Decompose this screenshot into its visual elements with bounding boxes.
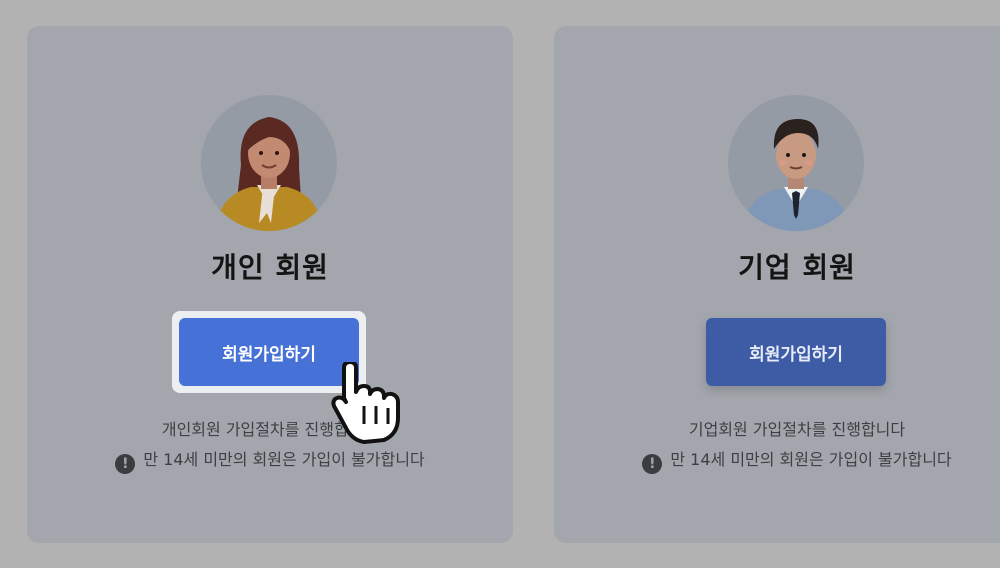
card-description: 개인회원 가입절차를 진행합니다 (161, 420, 379, 439)
age-notice: ! 만 14세 미만의 회원은 가입이 불가합니다 (554, 446, 1000, 474)
card-title: 개인 회원 (211, 251, 329, 284)
exclamation-circle-icon: ! (642, 454, 663, 474)
exclamation-circle-icon: ! (115, 454, 136, 474)
business-member-card: 기업 회원 회원가입하기 기업회원 가입절차를 진행합니다 ! 만 14세 미만의… (554, 26, 1000, 543)
button-focus-ring: 회원가입하기 (172, 311, 366, 393)
age-notice-text: 만 14세 미만의 회원은 가입이 불가합니다 (670, 450, 952, 469)
man-avatar-icon (728, 95, 864, 231)
individual-member-card: 개인 회원 회원가입하기 개인회원 가입절차를 진행합니다 ! 만 14세 미만의… (27, 26, 513, 543)
woman-avatar-icon (201, 95, 337, 231)
business-signup-button[interactable]: 회원가입하기 (706, 318, 886, 386)
age-notice-text: 만 14세 미만의 회원은 가입이 불가합니다 (143, 450, 425, 469)
age-notice: ! 만 14세 미만의 회원은 가입이 불가합니다 (27, 446, 513, 474)
individual-signup-button[interactable]: 회원가입하기 (179, 318, 359, 386)
card-description: 기업회원 가입절차를 진행합니다 (688, 420, 906, 439)
card-title: 기업 회원 (738, 251, 856, 284)
